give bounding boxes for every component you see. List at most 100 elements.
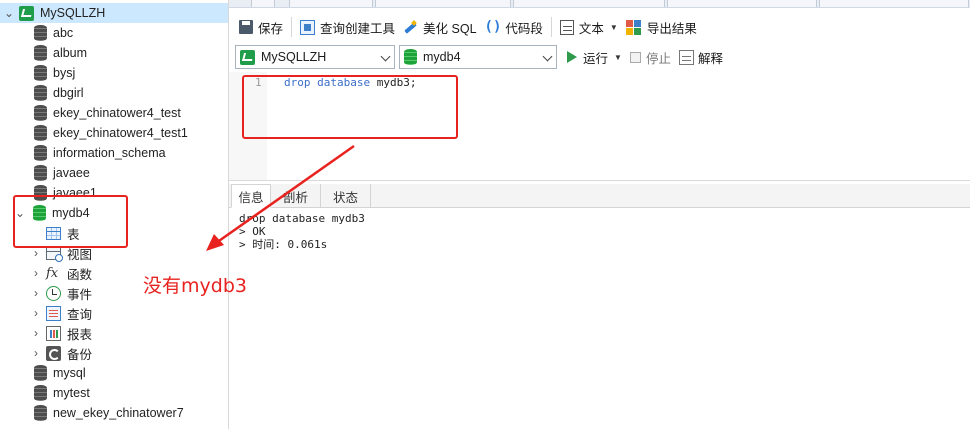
run-button[interactable]: 运行 ▼ — [563, 45, 626, 69]
view-icon — [46, 246, 63, 262]
explain-icon — [678, 49, 694, 65]
database-icon — [34, 385, 47, 401]
stop-label: 停止 — [645, 51, 671, 66]
text-label: 文本 — [578, 21, 604, 36]
tree-db-item[interactable]: bysj — [0, 63, 228, 83]
tree-node-label: 表 — [67, 227, 80, 242]
document-tab[interactable] — [375, 0, 511, 7]
tree-db-item[interactable]: album — [0, 43, 228, 63]
caret-down-icon[interactable]: ▼ — [610, 23, 618, 32]
document-tab[interactable] — [289, 0, 373, 7]
run-label: 运行 — [583, 51, 609, 66]
tree-db-item[interactable]: javaee1 — [0, 183, 228, 203]
tree-db-item[interactable]: dbgirl — [0, 83, 228, 103]
query-builder-icon — [300, 19, 316, 35]
tree-db-label: mydb4 — [52, 206, 90, 220]
object-tree: ⌄ MySQLLZH ⌄ mydb4 abc album bysj dbgirl eke… — [0, 0, 229, 429]
text-document-icon — [559, 19, 574, 35]
connection-icon — [19, 5, 34, 21]
tree-db-item[interactable]: ekey_chinatower4_test1 — [0, 123, 228, 143]
line-gutter: 1 — [229, 72, 267, 180]
document-tab[interactable] — [513, 0, 665, 7]
query-toolbar: 保存 查询创建工具 美化 SQL () 代码段 文本 ▼ 导出结果 — [229, 12, 970, 42]
database-icon — [34, 365, 47, 381]
chevron-down-icon — [542, 51, 553, 62]
chevron-right-icon[interactable]: › — [30, 326, 42, 340]
play-icon — [567, 51, 577, 63]
sql-editor[interactable]: 1 drop database mydb3; — [229, 72, 970, 180]
save-label: 保存 — [258, 21, 284, 36]
tree-node-item[interactable]: › 报表 — [0, 323, 228, 343]
message-line: drop database mydb3 — [239, 212, 365, 225]
toolbar-separator — [291, 17, 293, 37]
annotation-text: 没有mydb3 — [143, 275, 247, 297]
tree-db-item[interactable]: abc — [0, 23, 228, 43]
save-icon — [239, 20, 253, 34]
tree-connection[interactable]: ⌄ MySQLLZH — [0, 3, 228, 23]
tree-db-item[interactable]: information_schema — [0, 143, 228, 163]
connection-toolbar: MySQLLZH mydb4 运行 ▼ 停止 解释 — [229, 44, 970, 70]
database-select-value: mydb4 — [423, 50, 461, 64]
stop-button[interactable]: 停止 — [626, 45, 675, 69]
database-select[interactable]: mydb4 — [399, 45, 557, 69]
tree-db-item[interactable]: new_ekey_chinatower7 — [0, 403, 228, 423]
keyword-database: database — [317, 76, 371, 89]
save-button[interactable]: 保存 — [235, 15, 287, 39]
database-icon — [34, 105, 47, 121]
document-tab[interactable] — [251, 0, 275, 7]
tree-db-item[interactable]: javaee — [0, 163, 228, 183]
chevron-right-icon[interactable]: › — [30, 286, 42, 300]
tree-db-label: ekey_chinatower4_test — [53, 106, 181, 120]
export-results-button[interactable]: 导出结果 — [622, 15, 701, 39]
chevron-right-icon[interactable]: › — [30, 346, 42, 360]
tree-db-item[interactable]: mysql — [0, 363, 228, 383]
tree-db-label: ekey_chinatower4_test1 — [53, 126, 188, 140]
chevron-right-icon[interactable]: › — [30, 266, 42, 280]
tree-node-item[interactable]: › 视图 — [0, 243, 228, 263]
database-icon — [404, 49, 417, 65]
code-snippet-button[interactable]: () 代码段 — [481, 15, 547, 39]
text-button[interactable]: 文本 ▼ — [556, 15, 622, 39]
magic-wand-icon — [403, 20, 418, 35]
tree-node-label: 备份 — [67, 347, 93, 362]
document-tab[interactable] — [667, 0, 817, 7]
database-icon — [34, 65, 47, 81]
tree-db-label: mytest — [53, 386, 90, 400]
chevron-right-icon[interactable]: › — [30, 246, 42, 260]
database-icon — [34, 405, 47, 421]
tree-db-label: new_ekey_chinatower7 — [53, 406, 184, 420]
code-line[interactable]: drop database mydb3; — [284, 76, 416, 89]
connection-select[interactable]: MySQLLZH — [235, 45, 395, 69]
chevron-right-icon[interactable]: › — [30, 306, 42, 320]
query-builder-button[interactable]: 查询创建工具 — [296, 15, 399, 39]
report-icon — [46, 325, 61, 341]
function-icon: fx — [46, 265, 59, 281]
connection-icon — [240, 49, 255, 65]
navicat-window: ⌄ MySQLLZH ⌄ mydb4 abc album bysj dbgirl eke… — [0, 0, 970, 429]
query-builder-label: 查询创建工具 — [320, 21, 396, 36]
beautify-sql-button[interactable]: 美化 SQL — [399, 15, 481, 39]
export-results-label: 导出结果 — [646, 21, 697, 36]
toolbar-separator — [550, 17, 552, 37]
tree-db-item[interactable]: ekey_chinatower4_test — [0, 103, 228, 123]
chevron-down-icon[interactable]: ⌄ — [14, 206, 26, 220]
tree-db-mydb4[interactable]: ⌄ mydb4 — [0, 203, 228, 223]
message-line: > 时间: 0.061s — [239, 238, 328, 251]
tree-node-item[interactable]: 表 — [0, 223, 228, 243]
tree-db-item[interactable]: mytest — [0, 383, 228, 403]
explain-button[interactable]: 解释 — [675, 45, 727, 69]
tree-db-label: dbgirl — [53, 86, 84, 100]
tab-profile[interactable]: 剖析 — [271, 184, 321, 208]
document-tab[interactable] — [819, 0, 969, 7]
backup-icon — [46, 345, 61, 361]
tree-node-item[interactable]: › 备份 — [0, 343, 228, 363]
chevron-down-icon[interactable]: ⌄ — [3, 6, 15, 20]
results-panel: 信息 剖析 状态 drop database mydb3 > OK > 时间: 0.… — [229, 180, 970, 429]
tab-info[interactable]: 信息 — [231, 184, 271, 208]
tab-status[interactable]: 状态 — [321, 184, 371, 208]
caret-down-icon[interactable]: ▼ — [614, 53, 622, 62]
database-icon — [34, 145, 47, 161]
tree-node-label: 视图 — [67, 247, 93, 262]
tree-node-item[interactable]: › 查询 — [0, 303, 228, 323]
export-icon — [625, 19, 642, 35]
